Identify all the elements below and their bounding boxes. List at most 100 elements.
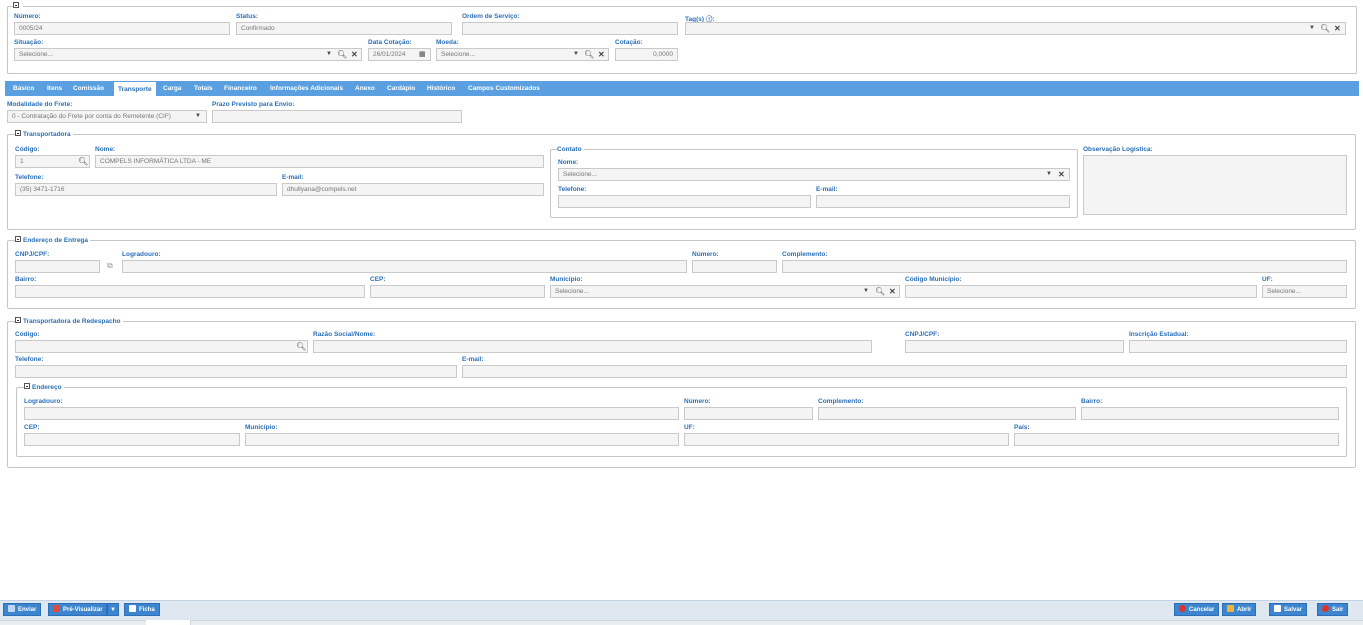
tab-totais[interactable]: Totais	[194, 81, 213, 96]
search-icon[interactable]: 🔍︎	[296, 341, 306, 352]
tab-historico[interactable]: Histórico	[427, 81, 455, 96]
tags-select[interactable]: ▼ 🔍︎ ✕	[685, 22, 1346, 35]
red-pais-field[interactable]	[1014, 433, 1339, 446]
tab-transporte[interactable]: Transporte	[113, 81, 157, 96]
situacao-select[interactable]: Selecione... ▼ 🔍︎ ✕	[14, 48, 362, 61]
tab-comissao[interactable]: Comissão	[73, 81, 104, 96]
tab-informacoes-adicionais[interactable]: Informações Adicionais	[270, 81, 343, 96]
endereco-entrega-legend[interactable]: Endereço de Entrega	[15, 236, 91, 245]
chevron-down-icon: ▼	[110, 607, 116, 613]
red-bairro-field[interactable]	[1081, 407, 1339, 420]
entrega-bairro-field[interactable]	[15, 285, 365, 298]
document-icon	[129, 604, 136, 612]
salvar-button[interactable]: Salvar	[1269, 603, 1308, 616]
numero-field[interactable]: 0005/24	[14, 22, 230, 35]
collapse-icon[interactable]	[15, 130, 21, 137]
nome-field[interactable]: COMPELS INFORMÁTICA LTDA - ME	[95, 155, 544, 168]
red-uf-field[interactable]	[684, 433, 1009, 446]
razao-social-field[interactable]	[313, 340, 872, 353]
close-icon[interactable]: ✕	[598, 49, 605, 60]
contato-email-field[interactable]	[816, 195, 1070, 208]
search-icon[interactable]: 🔍︎	[584, 49, 594, 60]
enviar-button[interactable]: Enviar	[3, 603, 42, 616]
tab-itens[interactable]: Itens	[47, 81, 62, 96]
cancel-icon	[1179, 604, 1186, 612]
close-icon[interactable]: ✕	[351, 49, 358, 60]
redespacho-email-field[interactable]	[462, 365, 1347, 378]
endereco-entrega-title: Endereço de Entrega	[23, 237, 89, 244]
chevron-down-icon[interactable]: ▼	[1309, 23, 1315, 34]
red-logradouro-label: Logradouro:	[24, 398, 63, 405]
email-field[interactable]: dhullyana@compels.net	[282, 183, 544, 196]
close-icon[interactable]: ✕	[1058, 169, 1065, 180]
contato-nome-select[interactable]: Selecione... ▼ ✕	[558, 168, 1070, 181]
transportadora-legend[interactable]: Transportadora	[15, 130, 73, 139]
red-complemento-field[interactable]	[818, 407, 1076, 420]
chevron-down-icon[interactable]: ▼	[326, 49, 332, 60]
inscricao-estadual-field[interactable]	[1129, 340, 1347, 353]
pre-visualizar-button[interactable]: Pré-Visualizar	[48, 603, 107, 616]
moeda-placeholder: Selecione...	[441, 51, 475, 58]
calendar-icon[interactable]: ▦	[419, 49, 426, 60]
entrega-uf-field[interactable]: Selecione...	[1262, 285, 1347, 298]
bottom-edge	[0, 620, 1363, 625]
chevron-down-icon[interactable]: ▼	[1046, 169, 1052, 180]
search-icon[interactable]: 🔍︎	[875, 286, 885, 297]
red-cep-field[interactable]	[24, 433, 240, 446]
redespacho-cnpj-field[interactable]	[905, 340, 1124, 353]
chevron-down-icon[interactable]: ▼	[573, 49, 579, 60]
status-field[interactable]: Confirmado	[236, 22, 452, 35]
redespacho-legend[interactable]: Transportadora de Redespacho	[15, 317, 123, 326]
redespacho-codigo-field[interactable]: 🔍︎	[15, 340, 308, 353]
entrega-cep-field[interactable]	[370, 285, 545, 298]
sair-button[interactable]: Sair	[1317, 603, 1349, 616]
tab-basico[interactable]: Básico	[13, 81, 34, 96]
collapse-icon[interactable]	[24, 383, 30, 390]
codigo-municipio-label: Código Município:	[905, 276, 962, 283]
entrega-complemento-field[interactable]	[782, 260, 1347, 273]
chevron-down-icon[interactable]: ▼	[195, 111, 201, 122]
collapse-icon[interactable]	[15, 236, 21, 243]
close-icon[interactable]: ✕	[1334, 23, 1341, 34]
ficha-button[interactable]: Ficha	[124, 603, 160, 616]
entrega-numero-field[interactable]	[692, 260, 777, 273]
pre-visualizar-dropdown[interactable]: ▼	[107, 603, 119, 616]
data-cotacao-field[interactable]: 26/01/2024 ▦	[368, 48, 431, 61]
tab-financeiro[interactable]: Financeiro	[224, 81, 257, 96]
close-icon[interactable]: ✕	[889, 286, 896, 297]
search-icon[interactable]: 🔍︎	[1320, 23, 1330, 34]
red-numero-field[interactable]	[684, 407, 813, 420]
collapse-icon[interactable]	[15, 317, 21, 324]
entrega-cnpj-field[interactable]	[15, 260, 100, 273]
pre-visualizar-label: Pré-Visualizar	[63, 607, 103, 613]
entrega-logradouro-field[interactable]	[122, 260, 687, 273]
moeda-select[interactable]: Selecione... ▼ 🔍︎ ✕	[436, 48, 609, 61]
chevron-down-icon[interactable]: ▼	[863, 286, 869, 297]
copy-icon[interactable]: ⧉	[107, 261, 113, 271]
header-collapse[interactable]	[13, 2, 23, 11]
collapse-icon[interactable]	[13, 2, 19, 9]
cancelar-button[interactable]: Cancelar	[1174, 603, 1220, 616]
red-municipio-field[interactable]	[245, 433, 679, 446]
tab-cardapio[interactable]: Cardápio	[387, 81, 415, 96]
search-icon[interactable]: 🔍︎	[78, 156, 88, 167]
telefone-field[interactable]: (35) 3471-1716	[15, 183, 277, 196]
redespacho-telefone-field[interactable]	[15, 365, 457, 378]
codigo-municipio-field[interactable]	[905, 285, 1257, 298]
codigo-field[interactable]: 1 🔍︎	[15, 155, 90, 168]
modalidade-select[interactable]: 0 - Contratação do Frete por conta do Re…	[7, 110, 207, 123]
tab-anexo[interactable]: Anexo	[355, 81, 375, 96]
entrega-municipio-select[interactable]: Selecione... ▼ 🔍︎ ✕	[550, 285, 900, 298]
prazo-field[interactable]	[212, 110, 462, 123]
redespacho-codigo-label: Código:	[15, 331, 40, 338]
tab-campos-customizados[interactable]: Campos Customizados	[468, 81, 540, 96]
contato-telefone-field[interactable]	[558, 195, 811, 208]
abrir-button[interactable]: Abrir	[1222, 603, 1257, 616]
search-icon[interactable]: 🔍︎	[337, 49, 347, 60]
redespacho-endereco-legend[interactable]: Endereço	[24, 383, 64, 392]
red-logradouro-field[interactable]	[24, 407, 679, 420]
cotacao-field[interactable]: 0,0000	[615, 48, 678, 61]
tab-carga[interactable]: Carga	[163, 81, 181, 96]
ordem-field[interactable]	[462, 22, 678, 35]
obs-logistica-field[interactable]	[1083, 155, 1347, 215]
